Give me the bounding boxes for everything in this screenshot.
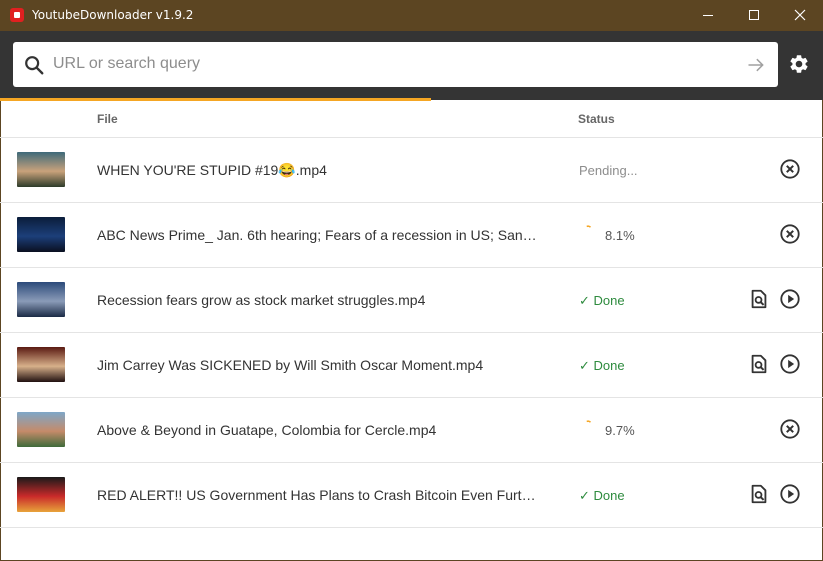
search-icon <box>25 56 44 75</box>
app-icon <box>10 8 24 22</box>
find-file-icon[interactable] <box>748 353 770 375</box>
cancel-circle-icon[interactable] <box>779 223 801 245</box>
close-icon <box>794 9 806 21</box>
progress-spinner-icon <box>586 225 592 228</box>
video-thumbnail <box>17 347 65 382</box>
search-input[interactable] <box>53 53 733 75</box>
file-name: ABC News Prime_ Jan. 6th hearing; Fears … <box>97 227 537 243</box>
cancel-circle-icon[interactable] <box>779 158 801 180</box>
status-text: ✓ Done <box>579 358 625 373</box>
play-circle-icon[interactable] <box>779 288 801 310</box>
header-file: File <box>97 112 118 126</box>
status-text: ✓ Done <box>579 293 625 308</box>
progress-percent: 8.1% <box>605 228 635 243</box>
file-name: Above & Beyond in Guatape, Colombia for … <box>97 422 437 438</box>
download-row[interactable]: RED ALERT!! US Government Has Plans to C… <box>0 463 823 528</box>
download-row[interactable]: ABC News Prime_ Jan. 6th hearing; Fears … <box>0 203 823 268</box>
window-title: YoutubeDownloader v1.9.2 <box>32 8 194 22</box>
maximize-button[interactable] <box>731 0 777 31</box>
file-name: RED ALERT!! US Government Has Plans to C… <box>97 487 537 503</box>
play-circle-icon[interactable] <box>779 483 801 505</box>
progress-percent: 9.7% <box>605 423 635 438</box>
close-window-button[interactable] <box>777 0 823 31</box>
video-thumbnail <box>17 152 65 187</box>
progress-spinner-icon <box>586 420 592 423</box>
video-thumbnail <box>17 412 65 447</box>
header-status: Status <box>578 112 615 126</box>
file-name: Recession fears grow as stock market str… <box>97 292 426 308</box>
download-row[interactable]: Jim Carrey Was SICKENED by Will Smith Os… <box>0 333 823 398</box>
search-box[interactable] <box>13 42 778 87</box>
video-thumbnail <box>17 282 65 317</box>
arrow-right-icon[interactable] <box>746 55 766 75</box>
download-row[interactable]: Recession fears grow as stock market str… <box>0 268 823 333</box>
search-bar <box>0 31 823 100</box>
download-row[interactable]: Above & Beyond in Guatape, Colombia for … <box>0 398 823 463</box>
gear-icon[interactable] <box>788 53 810 75</box>
play-circle-icon[interactable] <box>779 353 801 375</box>
minimize-button[interactable] <box>685 0 731 31</box>
table-header: File Status <box>0 101 823 138</box>
video-thumbnail <box>17 217 65 252</box>
cancel-circle-icon[interactable] <box>779 418 801 440</box>
status-text: Pending... <box>579 163 638 178</box>
find-file-icon[interactable] <box>748 483 770 505</box>
file-name: WHEN YOU'RE STUPID #19😂.mp4 <box>97 162 327 178</box>
download-row[interactable]: WHEN YOU'RE STUPID #19😂.mp4 Pending... <box>0 138 823 203</box>
file-name: Jim Carrey Was SICKENED by Will Smith Os… <box>97 357 484 373</box>
find-file-icon[interactable] <box>748 288 770 310</box>
download-list: WHEN YOU'RE STUPID #19😂.mp4 Pending... ABC… <box>0 138 823 528</box>
video-thumbnail <box>17 477 65 512</box>
title-bar: YoutubeDownloader v1.9.2 <box>0 0 823 31</box>
status-text: ✓ Done <box>579 488 625 503</box>
